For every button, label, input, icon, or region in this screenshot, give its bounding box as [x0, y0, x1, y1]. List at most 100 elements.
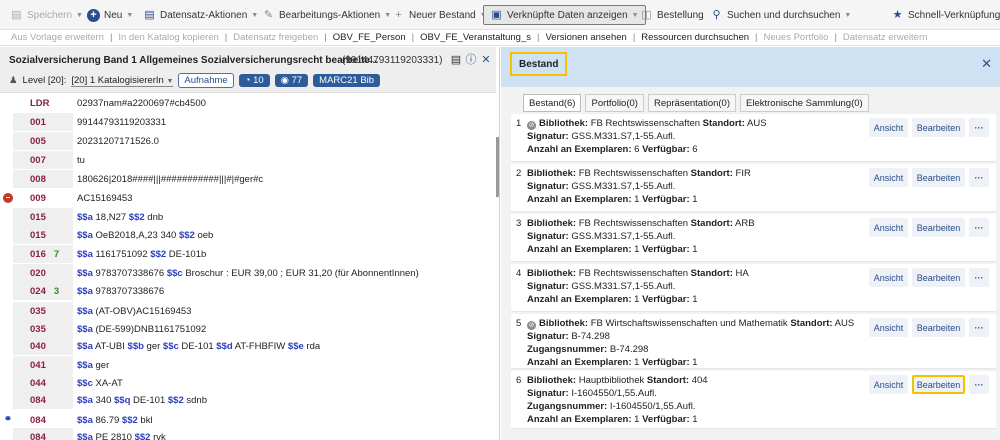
marc-field-row[interactable]: 015 $$a 18,N27 $$2 dnb	[0, 208, 495, 226]
ansicht-button[interactable]: Ansicht	[869, 318, 908, 337]
marc-field-row[interactable]: 015 $$a OeB2018,A,23 340 $$2 oeb	[0, 226, 495, 244]
marc-field-row[interactable]: 016 7 $$a 1161751092 $$2 DE-101b	[0, 245, 495, 263]
marc-value[interactable]: $$c XA-AT	[77, 378, 123, 389]
marc-value[interactable]: $$a (AT-OBV)AC15169453	[77, 306, 191, 317]
chevron-down-icon: ▼	[844, 11, 852, 19]
marc-value[interactable]: 02937nam#a2200697#cb4500	[77, 98, 206, 109]
marc-field-row[interactable]: ⚭ 084 $$a 86.79 $$2 bkl	[0, 411, 495, 429]
more-actions-button[interactable]: ···	[969, 268, 989, 287]
more-actions-button[interactable]: ···	[969, 118, 989, 137]
scrollbar-thumb[interactable]	[496, 137, 499, 197]
chevron-down-icon: ▼	[166, 77, 174, 85]
marc-value[interactable]: $$a 86.79 $$2 bkl	[77, 415, 153, 426]
marc-tag: 009	[13, 189, 73, 207]
neuer-bestand-button[interactable]: + Neuer Bestand ▼	[392, 0, 486, 30]
marc-field-row[interactable]: 020 $$a 9783707338676 $$c Broschur : EUR …	[0, 264, 495, 282]
bearbeiten-button[interactable]: Bearbeiten	[912, 318, 965, 337]
anzahl-value: 1	[634, 194, 640, 205]
marc-value[interactable]: $$a 9783707338676	[77, 286, 164, 297]
anzahl-value: 1	[634, 414, 640, 425]
marc-value[interactable]: $$a PE 2810 $$2 rvk	[77, 432, 166, 440]
marc-field-row[interactable]: 040 $$a AT-UBI $$b ger $$c DE-101 $$d AT-…	[0, 337, 495, 355]
more-actions-button[interactable]: ···	[969, 168, 989, 187]
marc-value[interactable]: AC15169453	[77, 193, 132, 204]
marc-value[interactable]: tu	[77, 155, 85, 166]
bearbeiten-button[interactable]: Bearbeiten	[912, 118, 965, 137]
ansicht-button[interactable]: Ansicht	[869, 375, 908, 394]
bestellung-button[interactable]: ◫ Bestellung	[640, 0, 703, 30]
marc-field-row[interactable]: 008 180626|2018####|||###########|||#|#ge…	[0, 170, 495, 188]
close-icon[interactable]: ✕	[981, 56, 992, 72]
link-icon[interactable]: ⚭	[3, 415, 13, 425]
more-actions-button[interactable]: ···	[969, 375, 989, 394]
marc-value[interactable]: $$a OeB2018,A,23 340 $$2 oeb	[77, 230, 213, 241]
ansicht-button[interactable]: Ansicht	[869, 268, 908, 287]
marc-value[interactable]: 99144793119203331	[77, 117, 166, 128]
marc-field-row[interactable]: 024 3 $$a 9783707338676	[0, 282, 495, 300]
bestand-tab[interactable]: Elektronische Sammlung(0)	[740, 94, 869, 112]
marc21-button[interactable]: MARC21 Bib	[313, 74, 381, 87]
more-actions-button[interactable]: ···	[969, 218, 989, 237]
speichern-button[interactable]: ▤ Speichern ▼	[10, 0, 83, 30]
action-link[interactable]: Ressourcen durchsuchen	[641, 32, 749, 43]
marc-field-row[interactable]: LDR 02937nam#a2200697#cb4500	[0, 94, 495, 112]
marc-value[interactable]: $$a 18,N27 $$2 dnb	[77, 212, 163, 223]
marc-field-row[interactable]: 041 $$a ger	[0, 356, 495, 374]
bestand-tab[interactable]: Bestand(6)	[523, 94, 582, 112]
bearbeiten-button[interactable]: Bearbeiten	[912, 268, 965, 287]
bearbeiten-button[interactable]: Bearbeiten	[912, 375, 965, 394]
scrollbar[interactable]	[496, 47, 499, 440]
marc-field-row[interactable]: 044 $$c XA-AT	[0, 374, 495, 392]
suchen-button[interactable]: ⚲ Suchen und durchsuchen ▼	[710, 0, 851, 30]
aufnahme-button[interactable]: Aufnahme	[178, 73, 234, 88]
bearbeiten-button[interactable]: Bearbeiten	[912, 218, 965, 237]
close-icon[interactable]: ✕	[480, 54, 492, 66]
marc-field-row[interactable]: 005 20231207171526.0	[0, 132, 495, 150]
link-separator: |	[632, 32, 636, 43]
bestand-tab[interactable]: Repräsentation(0)	[647, 94, 736, 112]
bearbeitungs-aktionen-button[interactable]: ✎ Bearbeitungs-Aktionen ▼	[262, 0, 391, 30]
marc-field-row[interactable]: 035 $$a (DE-599)DNB1161751092	[0, 320, 495, 338]
marc-value[interactable]: $$a ger	[77, 360, 109, 371]
more-actions-button[interactable]: ···	[969, 318, 989, 337]
signatur-label: Signatur:	[527, 231, 569, 242]
marc-value[interactable]: $$a (DE-599)DNB1161751092	[77, 324, 206, 335]
marc-value[interactable]: 180626|2018####|||###########|||#|#ger#c	[77, 174, 263, 185]
marc-field-row[interactable]: 084 $$a 340 $$q DE-101 $$2 sdnb	[0, 391, 495, 409]
marc-field-row[interactable]: 035 $$a (AT-OBV)AC15169453	[0, 302, 495, 320]
datensatz-aktionen-button[interactable]: ▤ Datensatz-Aktionen ▼	[143, 0, 258, 30]
subfield-text: 86.79	[92, 414, 122, 426]
schnell-verknuepfungen-button[interactable]: ★ Schnell-Verknüpfungen	[891, 0, 1000, 30]
subfield-text: DE-101	[178, 340, 217, 352]
count-badge-1[interactable]: ◔ 10	[238, 74, 270, 87]
bibliothek-label: Bibliothek:	[539, 118, 589, 129]
zugangsnummer-label: Zugangsnummer:	[527, 401, 608, 412]
verknuepfte-daten-button[interactable]: ▣ Verknüpfte Daten anzeigen ▼	[483, 5, 646, 25]
bearbeiten-button[interactable]: Bearbeiten	[912, 168, 965, 187]
marc-value[interactable]: $$a 1161751092 $$2 DE-101b	[77, 249, 206, 260]
marc-value[interactable]: $$a 9783707338676 $$c Broschur : EUR 39,…	[77, 268, 419, 279]
remove-icon[interactable]: –	[3, 193, 13, 203]
action-link[interactable]: OBV_FE_Veranstaltung_s	[420, 32, 531, 43]
ansicht-button[interactable]: Ansicht	[869, 218, 908, 237]
level-select[interactable]: [20] 1 KatalogisiererIn ▼	[71, 75, 174, 87]
action-link[interactable]: OBV_FE_Person	[333, 32, 406, 43]
marc-value[interactable]: $$a 340 $$q DE-101 $$2 sdnb	[77, 395, 207, 406]
marc-field-row[interactable]: 001 99144793119203331	[0, 113, 495, 131]
ansicht-button[interactable]: Ansicht	[869, 118, 908, 137]
marc-field-row[interactable]: 007 tu	[0, 151, 495, 169]
action-link[interactable]: Versionen ansehen	[545, 32, 626, 43]
count-badge-2[interactable]: ◉ 77	[274, 74, 309, 87]
save-icon[interactable]: ▤	[450, 54, 462, 66]
marc-value[interactable]: 20231207171526.0	[77, 136, 159, 147]
bibliothek-value: FB Wirtschaftswissenschaften und Mathema…	[590, 318, 788, 329]
neu-button[interactable]: + Neu ▼	[87, 0, 133, 30]
bestand-header: Bestand ✕	[501, 47, 1000, 87]
marc-value[interactable]: $$a AT-UBI $$b ger $$c DE-101 $$d AT-FHB…	[77, 341, 320, 352]
marc-field-row[interactable]: 084 $$a PE 2810 $$2 rvk	[0, 428, 495, 440]
info-icon[interactable]: ⓘ	[465, 54, 477, 66]
marc-field-row[interactable]: – 009 AC15169453	[0, 189, 495, 207]
ansicht-button[interactable]: Ansicht	[869, 168, 908, 187]
bestand-tab[interactable]: Portfolio(0)	[585, 94, 644, 112]
subfield-text: AT-FHBFIW	[232, 340, 288, 352]
